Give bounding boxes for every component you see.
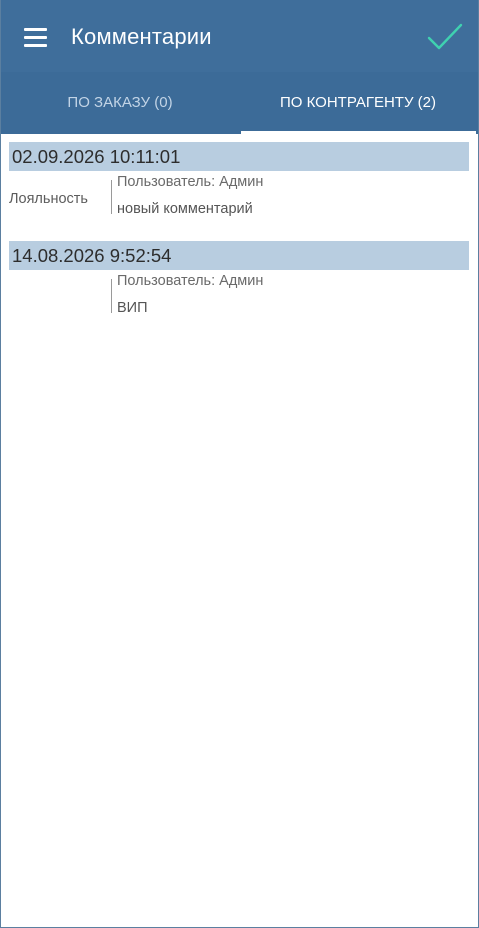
comment-header[interactable]: 02.09.2026 10:11:01 [9,142,469,171]
divider [111,180,112,214]
page-title: Комментарии [71,24,212,49]
tab-by-order[interactable]: ПО ЗАКАЗУ (0) [1,72,239,134]
comment-text: новый комментарий [117,201,253,217]
comment-user: Пользователь: Админ [117,273,264,289]
comment-body[interactable]: Лояльность Пользователь: Админ новый ком… [1,172,478,228]
hamburger-menu-icon[interactable] [24,26,48,50]
comment-datetime: 02.09.2026 10:11:01 [12,146,181,167]
divider [111,279,112,313]
checkmark-icon[interactable] [427,22,463,54]
comment-body[interactable]: Пользователь: Админ ВИП [1,271,478,327]
toolbar: Комментарии [1,0,478,72]
comment-user: Пользователь: Админ [117,174,264,190]
comment-header[interactable]: 14.08.2026 9:52:54 [9,241,469,270]
comments-screen: Комментарии ПО ЗАКАЗУ (0) ПО КОНТРАГЕНТУ… [0,0,479,928]
active-tab-indicator [241,131,476,134]
comment-text: ВИП [117,300,148,316]
tab-bar: ПО ЗАКАЗУ (0) ПО КОНТРАГЕНТУ (2) [1,72,478,134]
comment-category: Лояльность [9,191,88,207]
tab-by-counterparty[interactable]: ПО КОНТРАГЕНТУ (2) [239,72,477,134]
comment-datetime: 14.08.2026 9:52:54 [12,245,172,266]
